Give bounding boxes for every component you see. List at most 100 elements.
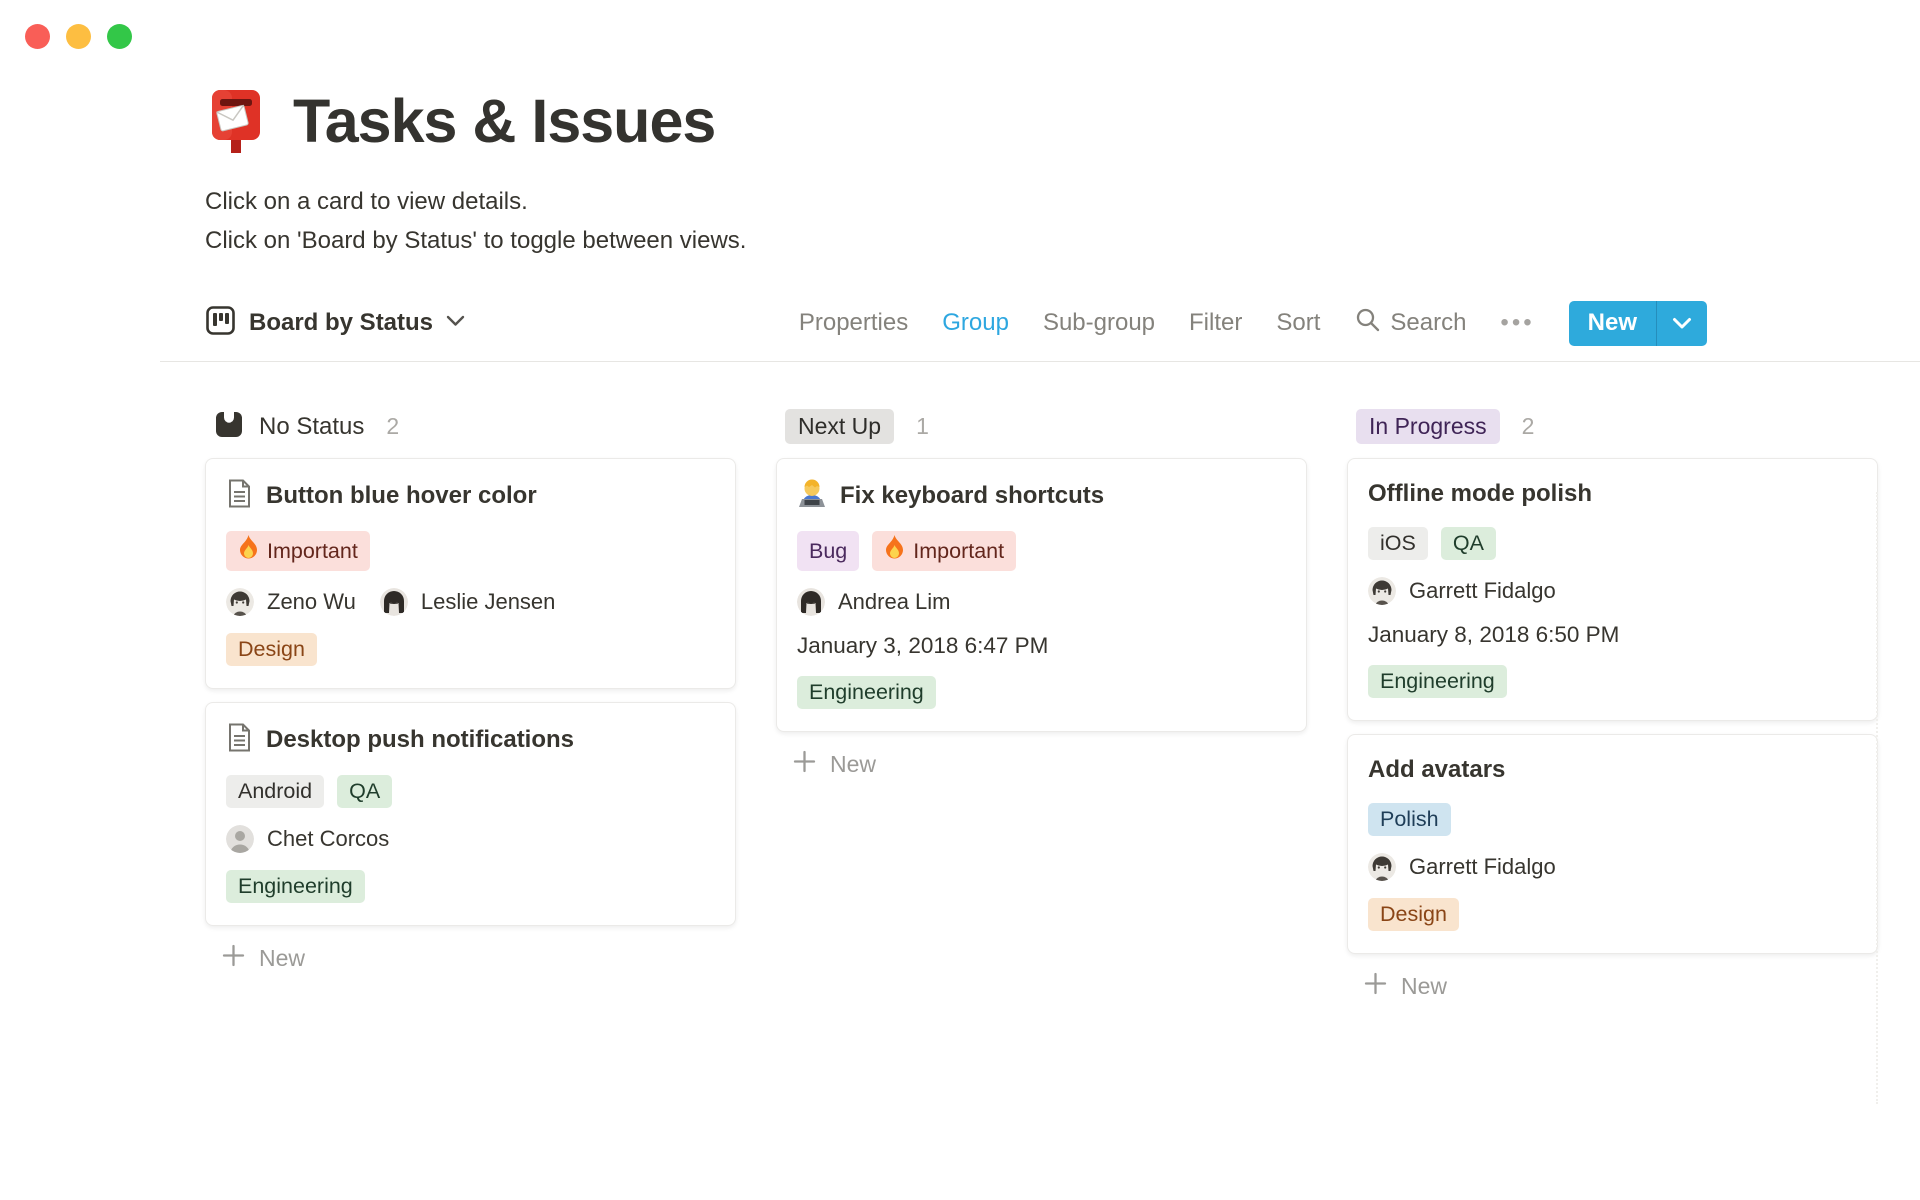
tag-design[interactable]: Design (226, 633, 317, 666)
tag-qa[interactable]: QA (337, 775, 393, 808)
tag-label: QA (349, 779, 381, 803)
avatar (1368, 853, 1396, 881)
view-switcher[interactable]: Board by Status (205, 305, 465, 341)
card-title: Add avatars (1368, 756, 1506, 783)
avatar (1368, 577, 1396, 605)
more-options-button[interactable]: ••• (1500, 309, 1534, 337)
add-card-button[interactable]: New (776, 745, 1307, 783)
column-title-in-progress[interactable]: In Progress (1356, 409, 1500, 444)
close-button[interactable] (25, 24, 50, 49)
no-status-icon (214, 409, 244, 444)
add-card-label: New (259, 944, 306, 971)
card-add-avatars[interactable]: Add avatars Polish Garrett Fidalgo Design (1347, 734, 1878, 954)
column-title-no-status[interactable]: No Status (259, 413, 364, 441)
add-card-label: New (830, 750, 877, 777)
sort-button[interactable]: Sort (1276, 309, 1320, 337)
card-tags-row: Android QA (226, 775, 715, 808)
tag-qa[interactable]: QA (1440, 527, 1496, 560)
person-zeno-wu[interactable]: Zeno Wu (226, 588, 356, 616)
tag-engineering[interactable]: Engineering (226, 870, 365, 903)
tag-label: Bug (809, 538, 848, 563)
tag-label: Engineering (809, 680, 924, 704)
page-description: Click on a card to view details. Click o… (205, 182, 1920, 260)
person-name: Andrea Lim (838, 589, 951, 614)
card-desktop-push-notifications[interactable]: Desktop push notifications Android QA Chet … (205, 702, 736, 926)
person-name: Garrett Fidalgo (1409, 578, 1556, 603)
card-title: Fix keyboard shortcuts (840, 482, 1105, 509)
tag-android[interactable]: Android (226, 775, 325, 808)
add-card-button[interactable]: New (1347, 967, 1878, 1005)
column-title-next-up[interactable]: Next Up (785, 409, 895, 444)
add-card-label: New (1401, 972, 1448, 999)
new-button[interactable]: New (1568, 300, 1707, 346)
search-button[interactable]: Search (1354, 306, 1466, 340)
column-no-status: No Status 2 Button blue hover color Importa… (205, 408, 736, 1005)
card-tags-row: Design (1368, 898, 1857, 931)
card-title-row: Fix keyboard shortcuts (797, 478, 1286, 514)
tag-ios[interactable]: iOS (1368, 527, 1428, 560)
column-header-next-up: Next Up 1 (776, 408, 1307, 445)
kanban-board: No Status 2 Button blue hover color Importa… (205, 408, 1920, 1005)
tag-label: Design (238, 637, 305, 661)
column-in-progress: In Progress 2 Offline mode polish iOS QA Garr… (1347, 408, 1878, 1005)
page-title: Tasks & Issues (293, 87, 716, 155)
properties-button[interactable]: Properties (799, 309, 908, 337)
card-tags-row: Bug Important (797, 531, 1286, 571)
tag-label: Design (1380, 902, 1447, 926)
postbox-icon[interactable] (205, 88, 267, 154)
tag-polish[interactable]: Polish (1368, 803, 1451, 836)
card-title: Button blue hover color (266, 482, 537, 509)
tag-bug[interactable]: Bug (797, 531, 860, 571)
card-date: January 3, 2018 6:47 PM (797, 633, 1049, 658)
plus-icon (1363, 971, 1388, 1002)
person-name: Leslie Jensen (420, 589, 556, 614)
board-view-icon (205, 305, 236, 341)
sub-group-button[interactable]: Sub-group (1043, 309, 1155, 337)
column-header-no-status: No Status 2 (205, 408, 736, 445)
minimize-button[interactable] (66, 24, 91, 49)
add-card-button[interactable]: New (205, 939, 736, 977)
tag-label: Engineering (238, 874, 353, 898)
zoom-button[interactable] (107, 24, 132, 49)
tag-label: Android (238, 779, 313, 803)
tag-label: QA (1452, 531, 1484, 555)
new-button-chevron-icon[interactable] (1657, 301, 1707, 346)
card-fix-keyboard-shortcuts[interactable]: Fix keyboard shortcuts Bug Important Andrea… (776, 458, 1307, 732)
search-icon (1354, 306, 1381, 340)
person-andrea-lim[interactable]: Andrea Lim (797, 588, 951, 616)
card-offline-mode-polish[interactable]: Offline mode polish iOS QA Garrett Fidalgo J… (1347, 458, 1878, 721)
document-icon (226, 722, 253, 758)
card-title-row: Button blue hover color (226, 478, 715, 514)
avatar (226, 588, 254, 616)
avatar (226, 825, 254, 853)
technologist-icon (797, 478, 827, 514)
card-tags-row: iOS QA (1368, 527, 1857, 560)
toolbar-menu: Properties Group Sub-group Filter Sort S… (799, 300, 1707, 346)
tag-important[interactable]: Important (872, 531, 1017, 571)
card-tags-row: Engineering (226, 870, 715, 903)
filter-button[interactable]: Filter (1189, 309, 1242, 337)
page-header: Tasks & Issues (205, 86, 1920, 156)
tag-important[interactable]: Important (226, 531, 370, 571)
card-button-blue-hover-color[interactable]: Button blue hover color Important Zeno Wu L… (205, 458, 736, 689)
tag-engineering[interactable]: Engineering (797, 676, 936, 709)
column-count: 1 (916, 413, 929, 439)
person-chet-corcos[interactable]: Chet Corcos (226, 825, 389, 853)
view-switcher-label: Board by Status (249, 309, 434, 336)
tag-engineering[interactable]: Engineering (1368, 665, 1507, 698)
card-tags-row: Design (226, 633, 715, 666)
card-tags-row: Polish (1368, 803, 1857, 836)
card-people-row: Chet Corcos (226, 825, 715, 853)
person-garrett-fidalgo[interactable]: Garrett Fidalgo (1368, 577, 1556, 605)
group-button[interactable]: Group (942, 309, 1009, 337)
page: Tasks & Issues Click on a card to view d… (0, 0, 1920, 1005)
card-title-row: Add avatars (1368, 754, 1857, 786)
card-date: January 8, 2018 6:50 PM (1368, 622, 1620, 647)
column-next-up: Next Up 1 Fix keyboard shortcuts Bug Importa… (776, 408, 1307, 1005)
card-tags-row: Engineering (797, 676, 1286, 709)
person-leslie-jensen[interactable]: Leslie Jensen (379, 588, 556, 616)
description-line-2: Click on 'Board by Status' to toggle bet… (205, 227, 747, 254)
person-name: Chet Corcos (267, 826, 390, 851)
tag-design[interactable]: Design (1368, 898, 1459, 931)
person-garrett-fidalgo[interactable]: Garrett Fidalgo (1368, 853, 1556, 881)
